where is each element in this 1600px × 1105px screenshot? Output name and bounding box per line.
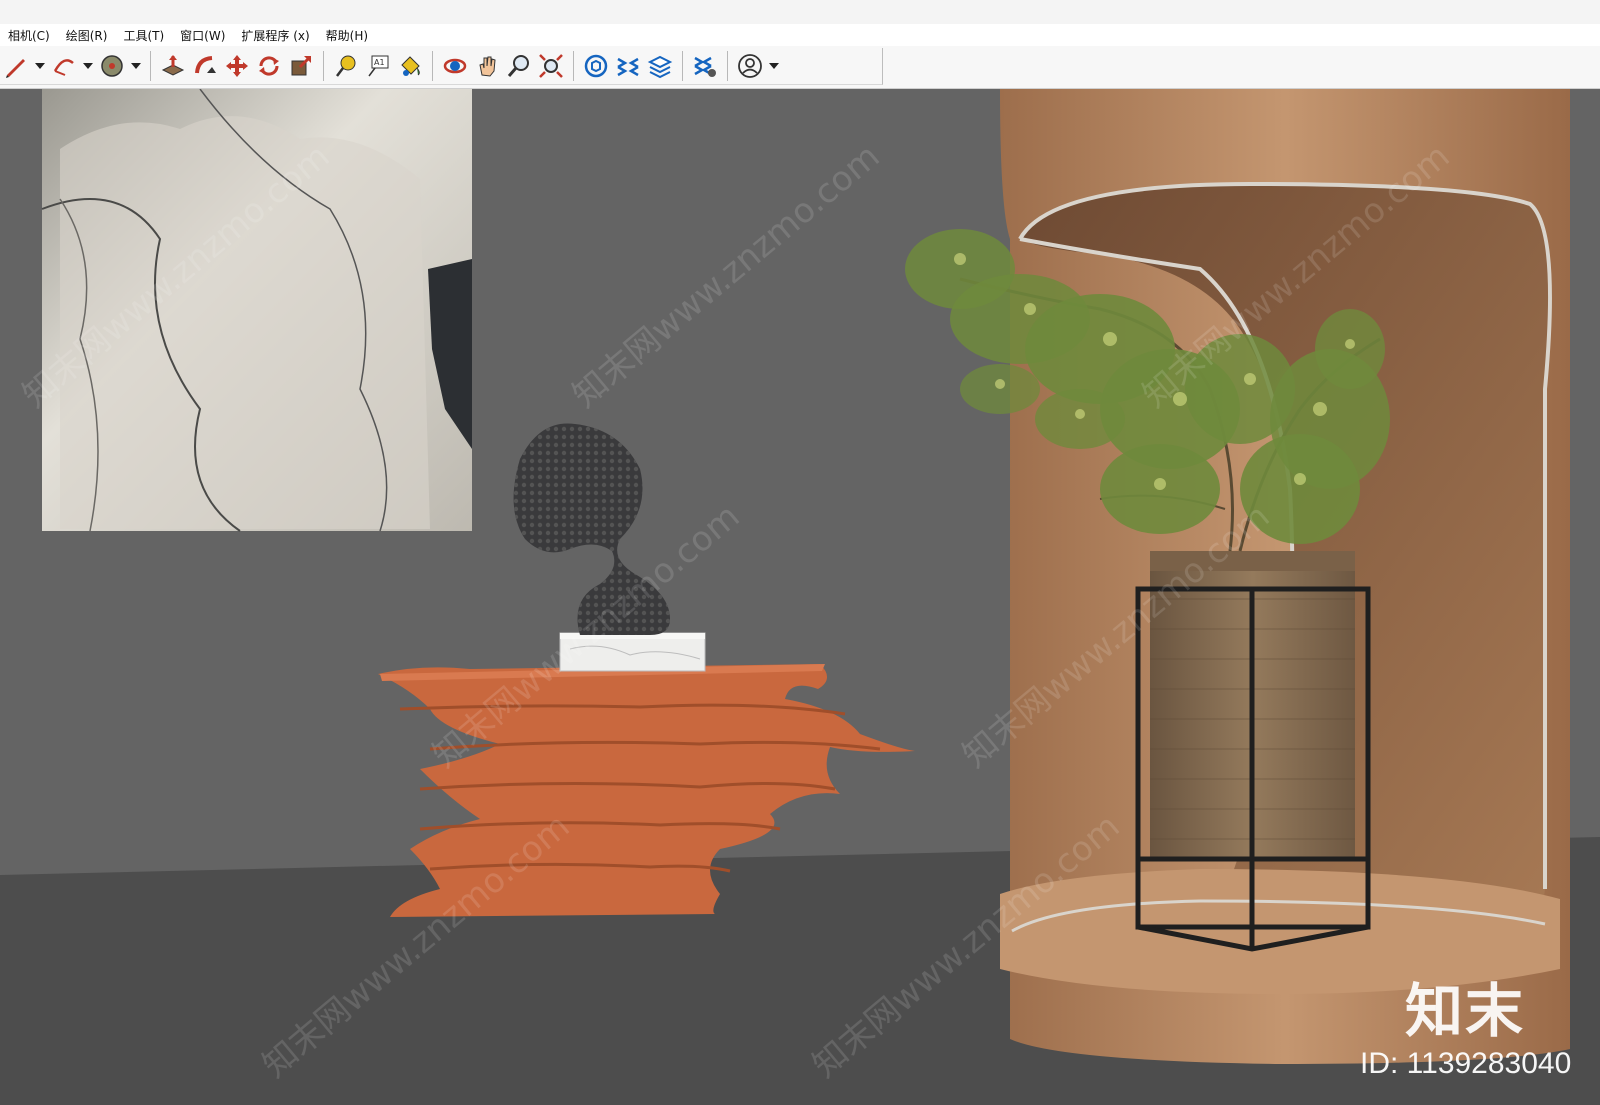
toolbar-separator <box>727 51 728 81</box>
pan-icon[interactable] <box>471 50 503 82</box>
toolbar-separator <box>573 51 574 81</box>
pencil-icon[interactable] <box>0 50 32 82</box>
arc-dropdown-icon[interactable] <box>80 50 96 82</box>
text-icon[interactable]: A1 <box>362 50 394 82</box>
title-bar <box>0 0 1600 24</box>
scale-icon[interactable] <box>285 50 317 82</box>
paint-bucket-icon[interactable] <box>394 50 426 82</box>
circle-icon[interactable] <box>96 50 128 82</box>
zoom-icon[interactable] <box>503 50 535 82</box>
menu-camera[interactable]: 相机(C) <box>0 27 58 44</box>
menu-help[interactable]: 帮助(H) <box>318 27 376 44</box>
toolbar-group: A1 <box>0 48 883 85</box>
3d-warehouse-icon[interactable] <box>580 50 612 82</box>
zoom-extents-icon[interactable] <box>535 50 567 82</box>
menu-bar: 相机(C) 绘图(R) 工具(T) 窗口(W) 扩展程序 (x) 帮助(H) <box>0 24 1600 46</box>
orbit-icon[interactable] <box>439 50 471 82</box>
move-icon[interactable] <box>221 50 253 82</box>
circle-dropdown-icon[interactable] <box>128 50 144 82</box>
layout-icon[interactable] <box>644 50 676 82</box>
menu-tools[interactable]: 工具(T) <box>115 27 172 44</box>
menu-draw[interactable]: 绘图(R) <box>58 27 116 44</box>
svg-text:A1: A1 <box>374 58 385 67</box>
watermark-logo: 知末 <box>1405 977 1526 1045</box>
pushpull-icon[interactable] <box>157 50 189 82</box>
arc-icon[interactable] <box>48 50 80 82</box>
menu-window[interactable]: 窗口(W) <box>172 27 233 44</box>
menu-extensions[interactable]: 扩展程序 (x) <box>233 27 317 44</box>
watermark-id: ID: 1139283040 <box>1360 1047 1572 1080</box>
rotate-icon[interactable] <box>253 50 285 82</box>
user-account-icon[interactable] <box>734 50 766 82</box>
toolbar-separator <box>432 51 433 81</box>
model-viewport[interactable]: 知末网www.znzmo.com 知末网www.znzmo.com 知末网www… <box>0 89 1600 1105</box>
account-dropdown-icon[interactable] <box>766 50 782 82</box>
followme-icon[interactable] <box>189 50 221 82</box>
tape-measure-icon[interactable] <box>330 50 362 82</box>
toolbar-separator <box>323 51 324 81</box>
toolbar-separator <box>150 51 151 81</box>
toolbar: A1 <box>0 46 1600 89</box>
extension-warehouse-icon[interactable] <box>612 50 644 82</box>
pencil-dropdown-icon[interactable] <box>32 50 48 82</box>
extension-manager-icon[interactable] <box>689 50 721 82</box>
toolbar-separator <box>682 51 683 81</box>
